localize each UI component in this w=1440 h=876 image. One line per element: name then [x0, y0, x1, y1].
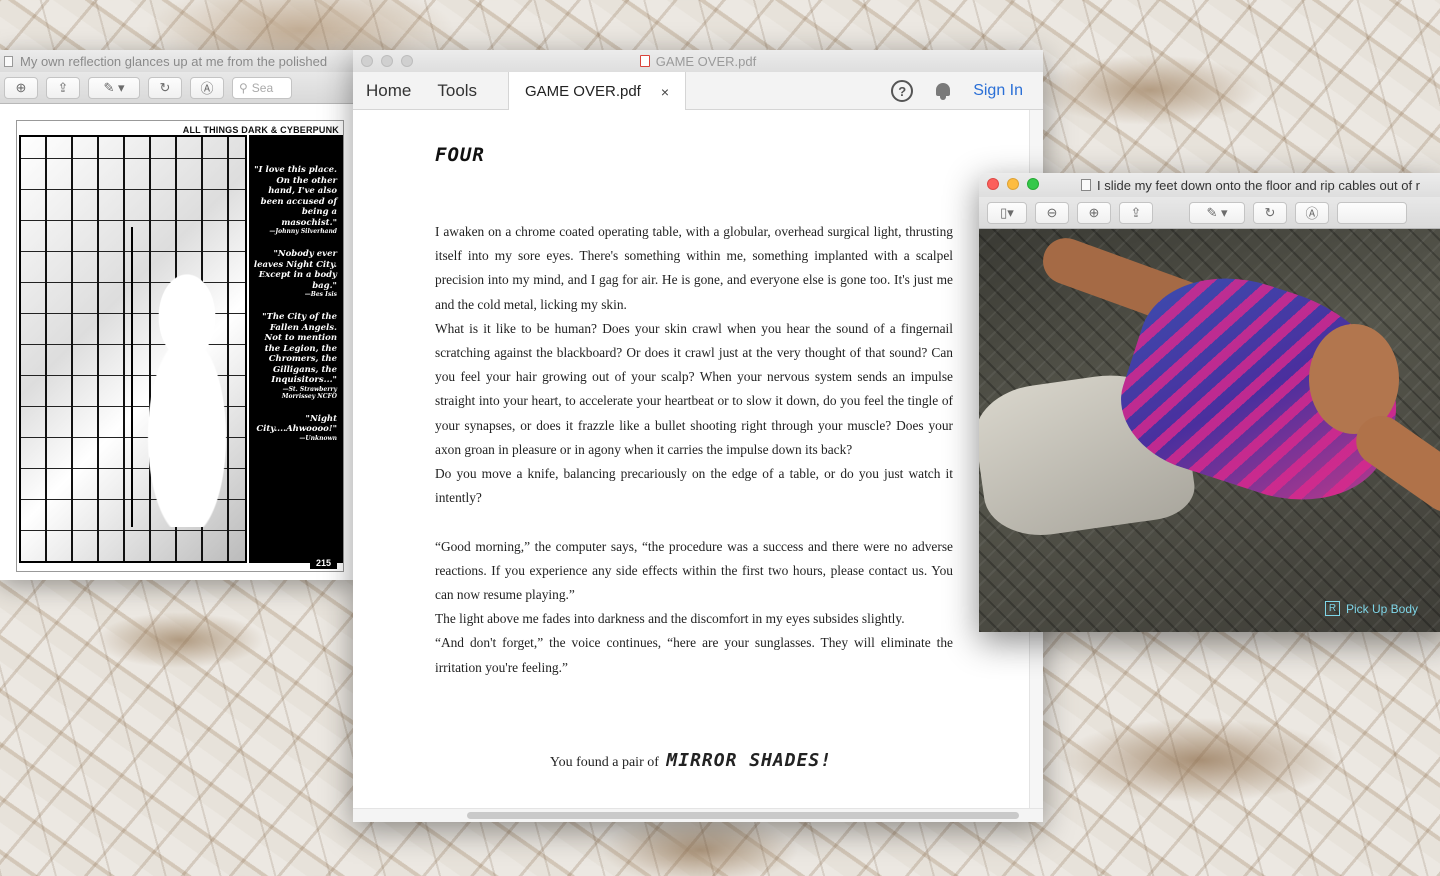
window-titlebar[interactable]: I slide my feet down onto the floor and … — [979, 173, 1440, 197]
paragraph: “And don't forget,” the voice continues,… — [435, 635, 953, 675]
game-screenshot: R Pick Up Body — [979, 229, 1440, 632]
window-titlebar[interactable]: GAME OVER.pdf — [353, 50, 1043, 72]
nav-tools[interactable]: Tools — [424, 72, 490, 109]
tab-document[interactable]: GAME OVER.pdf × — [508, 72, 686, 111]
window-title: GAME OVER.pdf — [655, 54, 757, 69]
comic-quote: "Night City....Ahwoooo!" —Unknown — [256, 413, 337, 442]
comic-page-number: 215 — [309, 557, 337, 569]
search-placeholder: Sea — [251, 80, 274, 95]
nav-right-group: ? Sign In — [891, 72, 1023, 110]
paragraph: The light above me fades into darkness a… — [435, 611, 905, 627]
acrobat-window[interactable]: GAME OVER.pdf Home Tools GAME OVER.pdf ×… — [353, 50, 1043, 822]
pickup-prompt: R Pick Up Body — [1325, 601, 1418, 616]
markup-pen-icon[interactable]: ✎ ▾ — [88, 76, 140, 99]
pdf-page: FOUR I awaken on a chrome coated operati… — [353, 110, 1029, 808]
chapter-body: I awaken on a chrome coated operating ta… — [435, 220, 953, 680]
paragraph: “Good morning,” the computer says, “the … — [435, 538, 953, 603]
search-input[interactable]: ⚲ Sea — [232, 76, 292, 99]
sign-in-link[interactable]: Sign In — [973, 82, 1023, 100]
window-title: My own reflection glances up at me from … — [20, 54, 328, 69]
comic-page-image: ALL THINGS DARK & CYBERPUNK "I love this… — [16, 120, 344, 572]
comic-quote: "I love this place. On the other hand, I… — [254, 165, 337, 235]
close-button[interactable] — [987, 178, 999, 190]
rotate-icon[interactable]: ↻ — [1253, 201, 1287, 224]
pdf-file-icon — [639, 55, 650, 67]
paragraph: I awaken on a chrome coated operating ta… — [435, 224, 953, 312]
comic-header: ALL THINGS DARK & CYBERPUNK — [182, 125, 339, 135]
paragraph: What is it like to be human? Does your s… — [435, 320, 953, 457]
paragraph: Do you move a knife, balancing precariou… — [435, 466, 953, 506]
share-icon[interactable]: ⇪ — [46, 76, 80, 99]
minimize-button[interactable] — [1007, 178, 1019, 190]
markup-pen-icon[interactable]: ✎ ▾ — [1189, 201, 1245, 224]
acrobat-nav: Home Tools GAME OVER.pdf × ? Sign In — [353, 72, 1043, 111]
close-icon[interactable]: × — [661, 84, 669, 100]
comic-quote: "Nobody ever leaves Night City. Except i… — [253, 249, 337, 298]
share-icon[interactable]: ⇪ — [1119, 201, 1153, 224]
window-controls — [987, 178, 1039, 190]
minimize-button[interactable] — [381, 55, 393, 67]
document-icon — [4, 56, 13, 67]
comic-illustration — [19, 135, 247, 563]
zoom-button[interactable] — [1027, 178, 1039, 190]
zoom-out-icon[interactable]: ⊖ — [1035, 201, 1069, 224]
sidebar-toggle-icon[interactable]: ▯▾ — [987, 201, 1027, 224]
chapter-heading: FOUR — [435, 144, 485, 166]
found-item: MIRROR SHADES! — [666, 750, 833, 771]
window-controls — [361, 55, 413, 67]
annotate-icon[interactable]: Ⓐ — [1295, 201, 1329, 224]
document-icon — [1081, 179, 1091, 191]
prompt-key: R — [1325, 601, 1340, 616]
annotate-icon[interactable]: Ⓐ — [190, 76, 224, 99]
preview-toolbar: ▯▾ ⊖ ⊕ ⇪ ✎ ▾ ↻ Ⓐ — [979, 197, 1440, 229]
zoom-button[interactable] — [401, 55, 413, 67]
preview-toolbar: ⊕ ⇪ ✎ ▾ ↻ Ⓐ ⚲ Sea — [0, 72, 356, 104]
window-title: I slide my feet down onto the floor and … — [1097, 178, 1421, 193]
rotate-icon[interactable]: ↻ — [148, 76, 182, 99]
comic-figure — [131, 227, 241, 527]
preview-window-left[interactable]: My own reflection glances up at me from … — [0, 50, 356, 580]
prompt-text: Pick Up Body — [1346, 601, 1419, 616]
help-icon[interactable]: ? — [891, 80, 914, 102]
close-button[interactable] — [361, 55, 373, 67]
scrollbar-thumb[interactable] — [467, 812, 1019, 819]
horizontal-scrollbar[interactable] — [353, 808, 1043, 822]
item-found-line: You found a pair of MIRROR SHADES! — [353, 750, 1029, 771]
zoom-in-icon[interactable]: ⊕ — [1077, 201, 1111, 224]
nav-home[interactable]: Home — [353, 72, 424, 109]
preview-window-right[interactable]: I slide my feet down onto the floor and … — [979, 173, 1440, 632]
search-icon: ⚲ — [239, 80, 248, 95]
comic-quote: "The City of the Fallen Angels. Not to m… — [262, 312, 337, 400]
search-input[interactable] — [1337, 201, 1407, 224]
comic-quotes: "I love this place. On the other hand, I… — [249, 135, 343, 563]
zoom-icon[interactable]: ⊕ — [4, 76, 38, 99]
tab-label: GAME OVER.pdf — [524, 83, 641, 100]
window-titlebar[interactable]: My own reflection glances up at me from … — [0, 50, 356, 72]
bell-icon[interactable] — [935, 82, 951, 100]
found-prefix: You found a pair of — [549, 755, 659, 770]
